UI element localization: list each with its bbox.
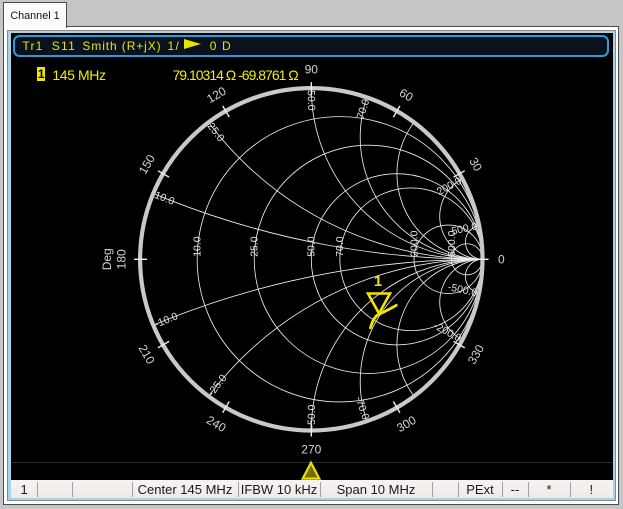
svg-text:25.0: 25.0 — [249, 236, 261, 257]
svg-text:30: 30 — [466, 155, 485, 174]
svg-text:0: 0 — [498, 252, 505, 266]
svg-text:-50.0: -50.0 — [306, 404, 318, 428]
svg-text:330: 330 — [465, 342, 487, 367]
svg-text:-25.0: -25.0 — [205, 372, 229, 398]
svg-text:200.0: 200.0 — [408, 230, 420, 256]
svg-text:120: 120 — [204, 84, 229, 106]
svg-text:50.0: 50.0 — [305, 90, 317, 111]
svg-text:Deg: Deg — [100, 248, 114, 270]
svg-text:300: 300 — [394, 413, 419, 435]
svg-text:210: 210 — [136, 342, 158, 367]
svg-text:-10.0: -10.0 — [153, 310, 180, 330]
svg-text:240: 240 — [204, 413, 229, 435]
svg-text:150: 150 — [136, 152, 158, 177]
svg-text:10.0: 10.0 — [192, 236, 204, 257]
svg-text:500.0: 500.0 — [450, 220, 478, 237]
svg-text:50.0: 50.0 — [306, 236, 318, 257]
svg-text:90: 90 — [305, 63, 319, 77]
svg-text:10.0: 10.0 — [153, 189, 177, 208]
svg-text:70.0: 70.0 — [355, 97, 373, 120]
svg-text:270: 270 — [301, 443, 321, 457]
svg-text:200.0: 200.0 — [435, 175, 464, 198]
svg-text:180: 180 — [115, 249, 129, 269]
svg-text:70.0: 70.0 — [334, 236, 346, 257]
svg-text:-500.0: -500.0 — [447, 281, 479, 299]
svg-text:60: 60 — [397, 86, 416, 105]
svg-text:1: 1 — [374, 273, 382, 290]
svg-text:-200.0: -200.0 — [431, 320, 463, 345]
